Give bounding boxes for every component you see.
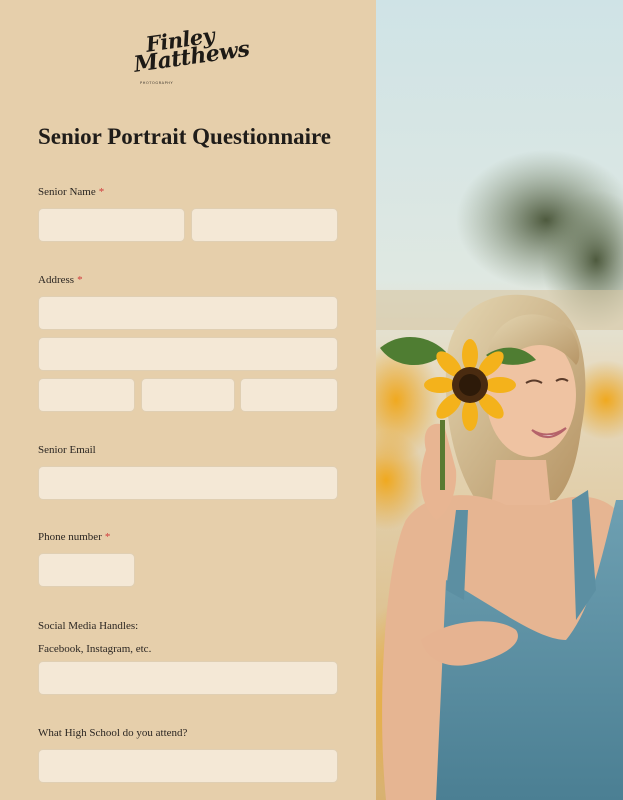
- phone-number-label-text: Phone number: [38, 531, 102, 543]
- senior-name-label: Senior Name *: [38, 186, 104, 198]
- street-address-line2-input[interactable]: [38, 337, 338, 371]
- phone-number-input[interactable]: [38, 553, 135, 587]
- senior-email-label: Senior Email: [38, 444, 96, 456]
- social-media-label: Social Media Handles:: [38, 620, 139, 632]
- form-title: Senior Portrait Questionnaire: [38, 124, 332, 149]
- state-input[interactable]: [141, 378, 235, 412]
- zip-input[interactable]: [240, 378, 338, 412]
- form-panel: Finley Matthews PHOTOGRAPHY Senior Portr…: [0, 0, 376, 800]
- high-school-input[interactable]: [38, 749, 338, 783]
- address-label-text: Address: [38, 274, 75, 286]
- required-marker: *: [98, 186, 105, 198]
- social-media-input[interactable]: [38, 661, 338, 695]
- logo-subtitle: PHOTOGRAPHY: [140, 81, 174, 85]
- senior-name-label-text: Senior Name: [38, 186, 96, 198]
- city-input[interactable]: [38, 378, 135, 412]
- social-media-sublabel: Facebook, Instagram, etc.: [38, 643, 152, 655]
- first-name-input[interactable]: [38, 208, 185, 242]
- street-address-input[interactable]: [38, 296, 338, 330]
- portrait-photo: [376, 0, 623, 800]
- address-label: Address *: [38, 274, 83, 286]
- high-school-label: What High School do you attend?: [38, 727, 188, 739]
- phone-number-label: Phone number *: [38, 531, 110, 543]
- required-marker: *: [104, 531, 111, 543]
- senior-email-input[interactable]: [38, 466, 338, 500]
- last-name-input[interactable]: [191, 208, 338, 242]
- brand-logo: Finley Matthews PHOTOGRAPHY: [132, 23, 251, 90]
- required-marker: *: [77, 274, 83, 286]
- portrait-photo-illustration: [376, 0, 623, 800]
